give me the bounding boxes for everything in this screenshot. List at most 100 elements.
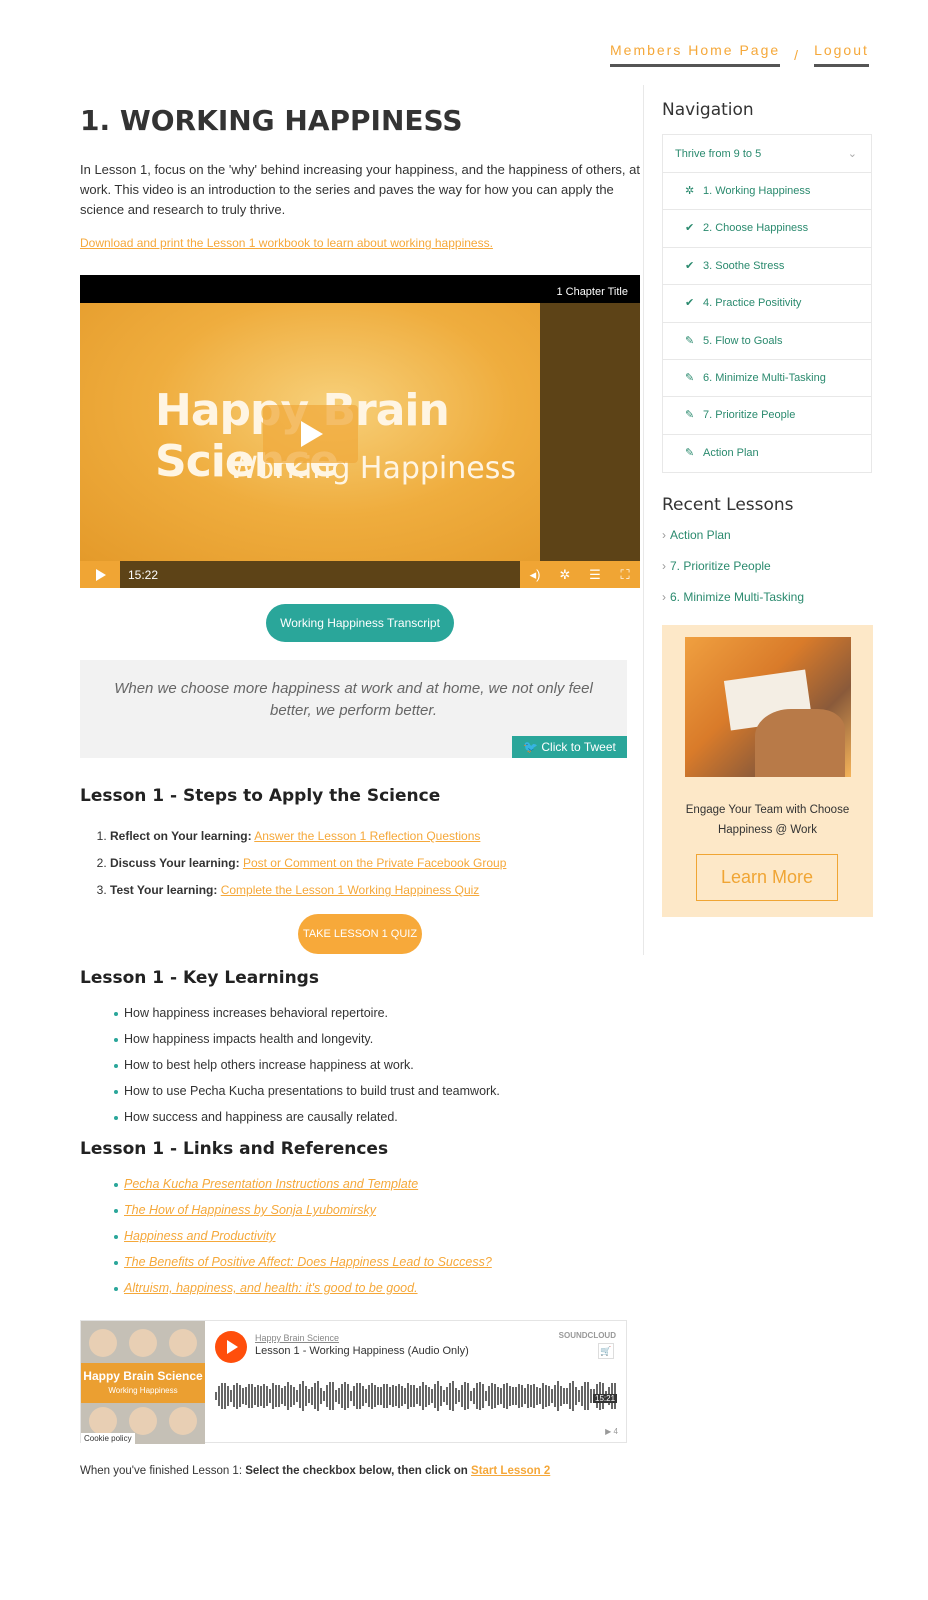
video-control-icons: ◂) ✲ ☰ ⛶ [520,561,640,588]
portrait [129,1329,157,1357]
waveform-bar [293,1386,295,1406]
soundcloud-play-button[interactable] [215,1331,247,1363]
waveform-bar [305,1386,307,1406]
check-icon: ✔ [685,297,695,310]
play-icon[interactable] [80,561,120,588]
waveform-bar [218,1386,220,1406]
waveform-bar [353,1386,355,1406]
step-label: Discuss Your learning: [110,856,240,870]
waveform-bar [446,1386,448,1406]
waveform-bar [308,1388,310,1403]
sidebar-item-lesson-7[interactable]: ✎ 7. Prioritize People [663,397,871,435]
recent-lesson-item[interactable]: › 6. Minimize Multi-Tasking [662,589,872,605]
pencil-icon: ✎ [685,409,695,422]
workbook-download-link[interactable]: Download and print the Lesson 1 workbook… [80,236,640,250]
waveform-bar [488,1385,490,1407]
reference-link[interactable]: Pecha Kucha Presentation Instructions an… [124,1177,418,1191]
learn-more-button[interactable]: Learn More [696,854,838,902]
list-item: Pecha Kucha Presentation Instructions an… [114,1176,640,1192]
step-label: Test Your learning: [110,883,218,897]
waveform-bar [428,1387,430,1405]
soundcloud-logo[interactable]: SOUNDCLOUD [559,1331,616,1340]
click-to-tweet-button[interactable]: 🐦 Click to Tweet [512,736,627,758]
list-item: Altruism, happiness, and health: it's go… [114,1280,640,1296]
waveform-bar [404,1388,406,1404]
recent-lesson-item[interactable]: › 7. Prioritize People [662,558,872,574]
chapters-icon[interactable]: ☰ [580,561,610,588]
waveform-bar [503,1384,505,1408]
sidebar-item-lesson-1[interactable]: ✲ 1. Working Happiness [663,173,871,211]
sidebar-item-action-plan[interactable]: ✎ Action Plan [663,435,871,472]
waveform-bar [494,1383,496,1409]
waveform-bar [539,1387,541,1405]
reference-link[interactable]: Happiness and Productivity [124,1229,275,1243]
gear-icon[interactable]: ✲ [550,561,580,588]
waveform-bar [518,1384,520,1408]
waveform-bar [329,1382,331,1410]
waveform-bar [269,1388,271,1404]
sidebar-item-lesson-2[interactable]: ✔ 2. Choose Happiness [663,210,871,248]
big-play-button[interactable] [263,405,358,463]
waveform[interactable] [215,1377,619,1415]
lesson-label: 6. Minimize Multi-Tasking [703,371,826,384]
waveform-bar [575,1386,577,1406]
chapter-title: 1 Chapter Title [80,275,640,303]
take-quiz-button[interactable]: TAKE LESSON 1 QUIZ [298,914,422,954]
waveform-bar [380,1386,382,1406]
waveform-bar [410,1385,412,1407]
sidebar-item-lesson-5[interactable]: ✎ 5. Flow to Goals [663,323,871,360]
recent-lesson-item[interactable]: › Action Plan [662,527,872,543]
waveform-bar [458,1389,460,1403]
photo-hand [755,709,845,778]
waveform-bar [215,1392,217,1400]
check-icon: ✔ [685,222,695,235]
portrait [169,1329,197,1357]
waveform-bar [281,1387,283,1405]
logout-link[interactable]: Logout [814,42,869,67]
transcript-button[interactable]: Working Happiness Transcript [266,604,454,642]
list-item: How to use Pecha Kucha presentations to … [114,1083,640,1099]
chevron-right-icon: › [662,559,666,574]
waveform-bar [524,1387,526,1405]
facebook-group-link[interactable]: Post or Comment on the Private Facebook … [243,856,506,870]
waveform-bar [362,1386,364,1406]
waveform-bar [266,1385,268,1407]
reference-link[interactable]: The How of Happiness by Sonja Lyubomirsk… [124,1203,376,1217]
list-item: How success and happiness are causally r… [114,1109,640,1125]
reference-link[interactable]: The Benefits of Positive Affect: Does Ha… [124,1255,492,1269]
soundcloud-user-link[interactable]: Happy Brain Science [255,1333,339,1343]
waveform-bar [227,1385,229,1407]
waveform-bar [377,1387,379,1405]
quiz-link[interactable]: Complete the Lesson 1 Working Happiness … [221,883,480,897]
promo-box: Engage Your Team with Choose Happiness @… [662,625,873,918]
step-item: Reflect on Your learning: Answer the Les… [110,828,640,844]
waveform-bar [290,1385,292,1407]
video-player[interactable]: 1 Chapter Title Happy Brain Science Work… [80,275,640,588]
album-art-subtitle: Working Happiness [108,1386,178,1395]
course-dropdown[interactable]: Thrive from 9 to 5 ⌄ [663,135,871,173]
key-learnings-list: How happiness increases behavioral reper… [80,1005,640,1125]
reflection-questions-link[interactable]: Answer the Lesson 1 Reflection Questions [254,829,480,843]
cookie-policy-link[interactable]: Cookie policy [81,1433,135,1444]
sidebar-item-lesson-4[interactable]: ✔ 4. Practice Positivity [663,285,871,323]
sidebar-item-lesson-3[interactable]: ✔ 3. Soothe Stress [663,248,871,286]
waveform-bar [554,1385,556,1407]
nav-separator: / [794,46,801,63]
fullscreen-icon[interactable]: ⛶ [610,561,640,588]
sidebar-item-lesson-6[interactable]: ✎ 6. Minimize Multi-Tasking [663,360,871,398]
waveform-bar [455,1388,457,1404]
lesson-label: 3. Soothe Stress [703,259,785,272]
reference-link[interactable]: Altruism, happiness, and health: it's go… [124,1281,418,1295]
cart-icon[interactable]: 🛒 [598,1343,614,1359]
members-home-link[interactable]: Members Home Page [610,42,781,67]
start-lesson-2-link[interactable]: Start Lesson 2 [471,1465,550,1477]
waveform-bar [422,1381,424,1411]
waveform-bar [563,1387,565,1405]
volume-icon[interactable]: ◂) [520,561,550,588]
soundcloud-track-title[interactable]: Lesson 1 - Working Happiness (Audio Only… [255,1345,469,1357]
album-art: Happy Brain Science Working Happiness Co… [81,1321,205,1444]
waveform-bar [302,1381,304,1411]
waveform-bar [497,1386,499,1406]
waveform-bar [440,1386,442,1406]
list-item: The Benefits of Positive Affect: Does Ha… [114,1254,640,1270]
